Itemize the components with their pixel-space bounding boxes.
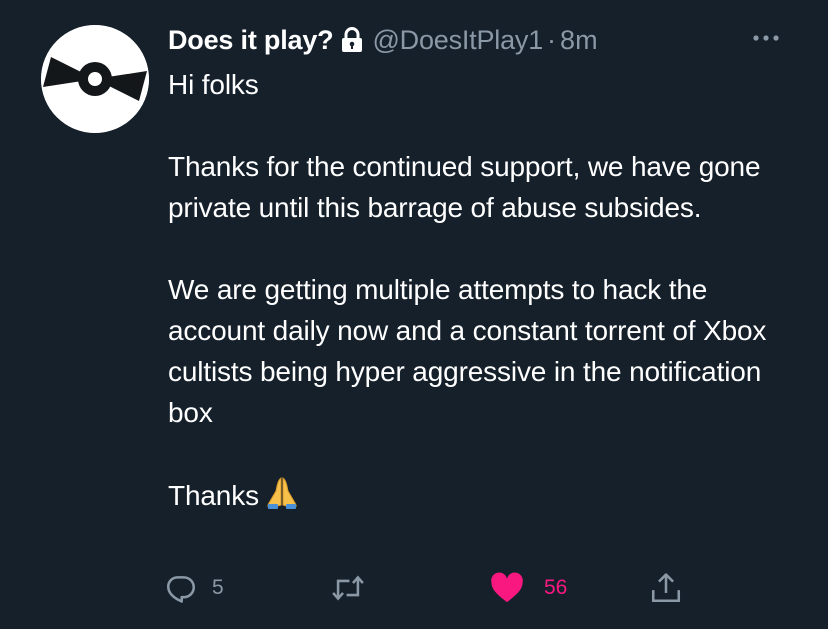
- tweet-header: Does it play? @DoesItPlay1 · 8m: [168, 22, 598, 58]
- avatar[interactable]: [41, 25, 149, 133]
- more-horizontal-icon[interactable]: [748, 28, 784, 48]
- tweet-body: Hi folks Thanks for the continued suppor…: [168, 64, 808, 516]
- retweet-icon: [332, 575, 364, 601]
- separator-dot: ·: [547, 24, 557, 55]
- tweet-paragraph: Thanks for the continued support, we hav…: [168, 151, 761, 223]
- disc-icon: [41, 25, 149, 133]
- share-icon: [651, 573, 681, 603]
- tweet-closing-line: Thanks: [168, 474, 808, 516]
- tweet-paragraph: Thanks: [168, 480, 259, 511]
- tweet-paragraph: Hi folks: [168, 69, 259, 100]
- timestamp[interactable]: 8m: [560, 25, 598, 56]
- reply-count: 5: [212, 576, 224, 599]
- reply-button[interactable]: 5: [164, 568, 224, 608]
- lock-icon: [341, 27, 363, 53]
- reply-icon: [166, 576, 196, 603]
- folded-hands-icon: [265, 474, 299, 510]
- like-button[interactable]: 56: [490, 568, 567, 608]
- user-handle[interactable]: @DoesItPlay1: [372, 25, 543, 56]
- share-button[interactable]: [649, 568, 683, 608]
- tweet-actions: 5 56: [164, 568, 724, 612]
- tweet-paragraph: We are getting multiple attempts to hack…: [168, 274, 767, 428]
- heart-icon: [491, 572, 523, 603]
- like-count: 56: [544, 576, 568, 599]
- retweet-button[interactable]: [329, 568, 381, 608]
- display-name[interactable]: Does it play?: [168, 25, 334, 56]
